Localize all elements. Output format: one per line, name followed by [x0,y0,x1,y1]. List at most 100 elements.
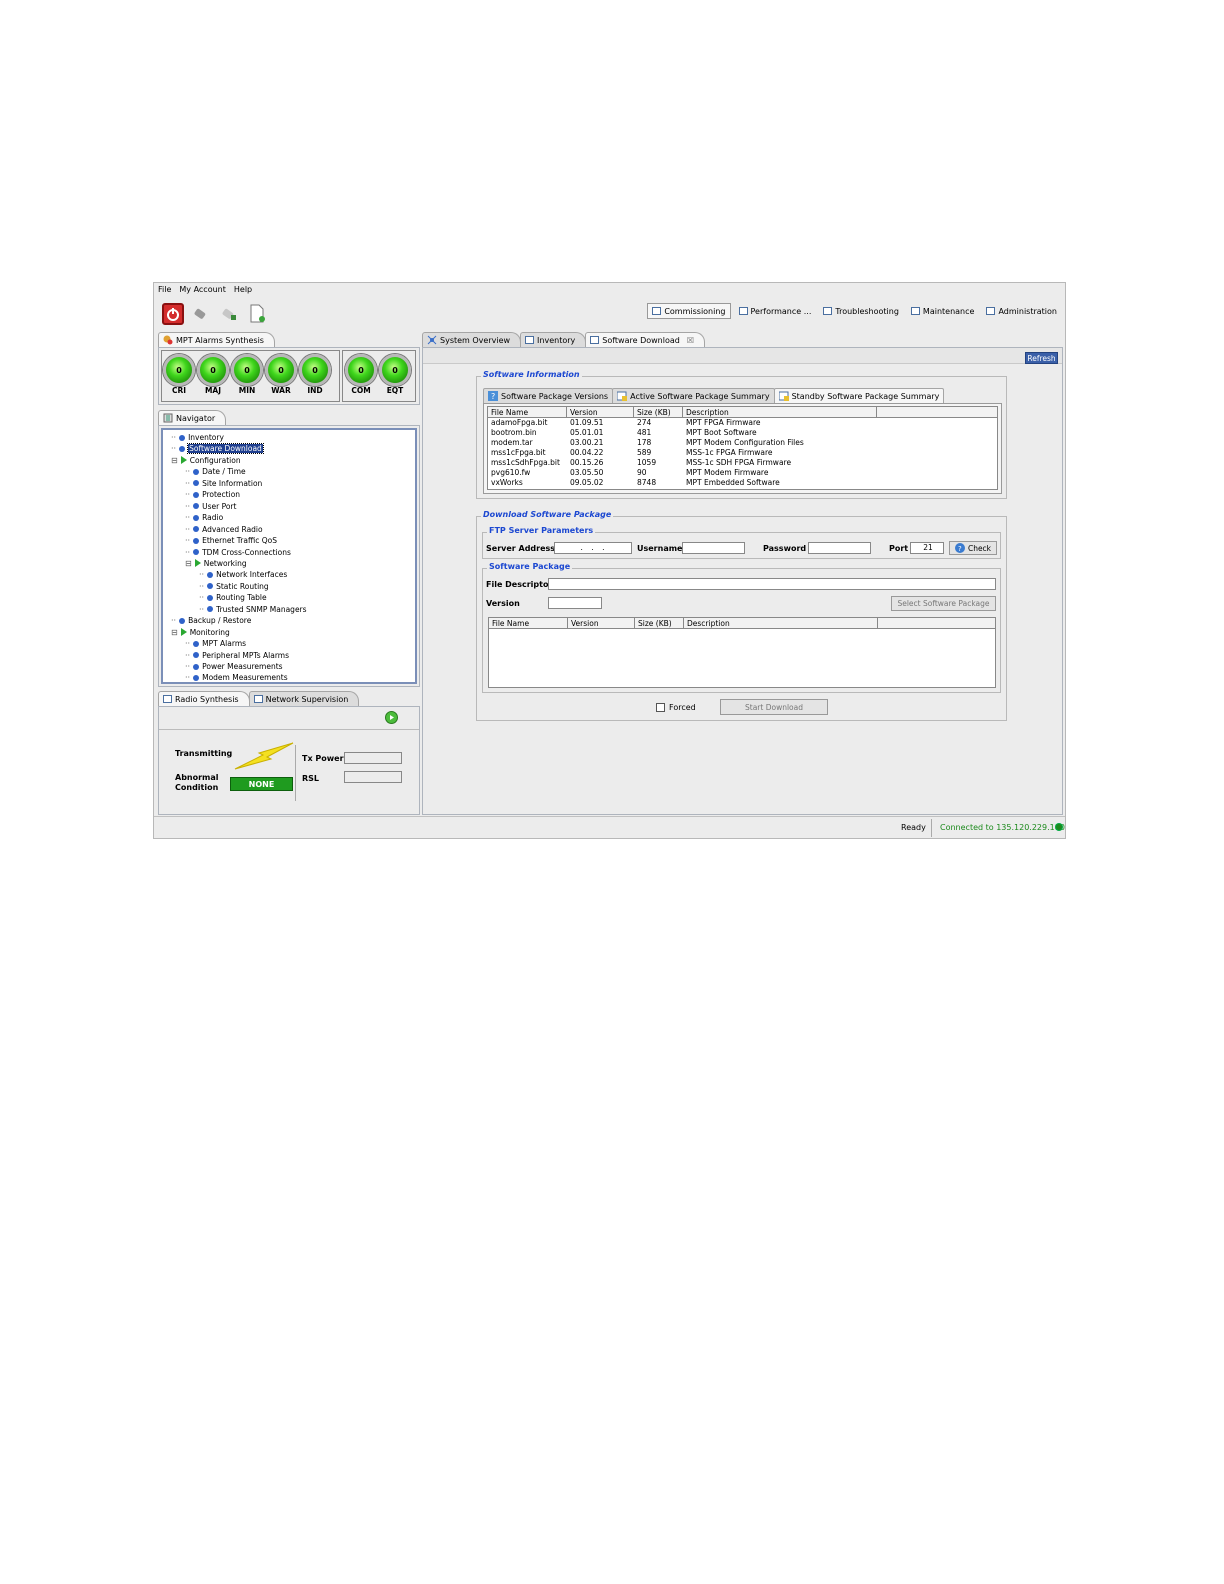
perspective-administration[interactable]: Administration [982,303,1061,319]
alarm-indicator-war[interactable]: 0 WAR [265,354,297,395]
password-input[interactable] [808,542,871,554]
folder-arrow-icon [180,628,187,637]
column-header[interactable]: Version [567,407,634,417]
port-input[interactable]: 21 [910,542,944,554]
tree-connector: ·· [199,581,205,591]
item-bullet-icon [193,652,200,659]
menu-file[interactable]: File [158,285,171,297]
alarm-count: 0 [231,354,263,386]
tab-active-software-package-summary[interactable]: Active Software Package Summary [612,388,775,403]
tree-item-network-interfaces[interactable]: ·· Network Interfaces [199,569,287,580]
tree-item-power-measurements[interactable]: ·· Power Measurements [185,661,283,672]
perspective-commissioning[interactable]: Commissioning [647,303,731,319]
tree-item-monitoring[interactable]: ⊟ Monitoring [171,627,230,638]
item-bullet-icon [193,480,200,487]
item-bullet-icon [193,468,200,475]
download-software-package-group: Download Software Package FTP Server Par… [476,510,1007,721]
tree-item-advanced-radio[interactable]: ·· Advanced Radio [185,524,263,535]
column-header[interactable]: File Name [489,618,568,628]
tree-item-static-routing[interactable]: ·· Static Routing [199,581,269,592]
table-cell: MPT Modem Firmware [686,468,769,477]
table-row[interactable]: modem.tar 03.00.21 178 MPT Modem Configurat… [488,438,997,448]
version-input[interactable] [548,597,602,609]
table-row[interactable]: mss1cSdhFpga.bit 00.15.26 1059 MSS-1c SDH F… [488,458,997,468]
tree-item-networking[interactable]: ⊟ Networking [185,558,247,569]
table-row[interactable]: mss1cFpga.bit 00.04.22 589 MSS-1c FPGA Firm… [488,448,997,458]
tree-item-label: Software Download [187,443,264,455]
refresh-button[interactable]: Refresh [1025,352,1058,364]
new-document-button[interactable] [246,303,268,325]
tree-item-peripheral-mpts-alarms[interactable]: ·· Peripheral MPTs Alarms [185,650,289,661]
table-cell: MPT Boot Software [686,428,757,437]
alarm-indicator-eqt[interactable]: 0 EQT [379,354,411,395]
power-button[interactable] [162,303,184,325]
item-bullet-icon [193,549,200,555]
play-button[interactable] [385,711,398,724]
tree-item-modem-measurements[interactable]: ·· Modem Measurements [185,672,288,683]
tree-item-mpt-alarms[interactable]: ·· MPT Alarms [185,638,246,649]
column-header[interactable]: Size (KB) [634,407,683,417]
table-row[interactable]: bootrom.bin 05.01.01 481 MPT Boot Software [488,428,997,438]
tree-item-tdm-cross-connections[interactable]: ·· TDM Cross-Connections [185,547,291,558]
tree-item-date-time[interactable]: ·· Date / Time [185,466,246,477]
tree-item-site-information[interactable]: ·· Site Information [185,478,262,489]
column-header[interactable]: File Name [488,407,567,417]
password-label: Password [763,544,807,553]
column-header[interactable]: Version [568,618,635,628]
tree-item-label: Routing Table [216,593,267,603]
application-window: File My Account Help Commissioning Perfo… [153,282,1066,839]
alarm-indicator-ind[interactable]: 0 IND [299,354,331,395]
tree-item-inventory[interactable]: ·· Inventory [171,432,224,443]
file-descriptor-input[interactable] [548,578,996,590]
lightning-icon [234,742,294,770]
tree-item-configuration[interactable]: ⊟ Configuration [171,455,241,466]
table-row[interactable]: vxWorks 09.05.02 8748 MPT Embedded Software [488,478,997,488]
tab-standby-software-package-summary[interactable]: Standby Software Package Summary [773,388,945,403]
tree-item-user-port[interactable]: ·· User Port [185,501,236,512]
tab-network-supervision[interactable]: Network Supervision [248,691,360,706]
alarm-indicator-min[interactable]: 0 MIN [231,354,263,395]
table-row[interactable]: adamoFpga.bit 01.09.51 274 MPT FPGA Firmwar… [488,418,997,428]
collapse-icon[interactable]: ⊟ [171,628,178,637]
check-button[interactable]: ? Check [949,541,997,555]
tab-software-download[interactable]: Software Download ☒ [585,332,706,347]
alarm-indicator-maj[interactable]: 0 MAJ [197,354,229,395]
tab-navigator[interactable]: Navigator [158,410,227,425]
tab-alarms-synthesis[interactable]: MPT Alarms Synthesis [158,332,275,347]
help-icon: ? [488,391,498,401]
perspective-icon [986,307,996,315]
close-tab-icon[interactable]: ☒ [687,336,694,345]
tree-item-radio[interactable]: ·· Radio [185,512,223,523]
tree-item-routing-table[interactable]: ·· Routing Table [199,592,267,603]
alarm-indicator-com[interactable]: 0 COM [345,354,377,395]
menu-my-account[interactable]: My Account [179,285,225,297]
connect-button[interactable] [190,303,212,325]
column-header[interactable]: Description [684,618,878,628]
server-address-input[interactable]: . . . [554,542,632,554]
tab-inventory[interactable]: Inventory [520,332,587,347]
column-header[interactable]: Description [683,407,877,417]
perspective-troubleshooting[interactable]: Troubleshooting [819,303,903,319]
tree-item-ethernet-traffic-qos[interactable]: ·· Ethernet Traffic QoS [185,535,277,546]
collapse-icon[interactable]: ⊟ [171,456,178,465]
table-row[interactable]: pvg610.fw 03.05.50 90 MPT Modem Firmware [488,468,997,478]
forced-checkbox[interactable] [656,703,665,712]
tab-system-overview[interactable]: System Overview [422,332,522,347]
select-software-package-button[interactable]: Select Software Package [891,596,996,611]
tree-item-backup-restore[interactable]: ·· Backup / Restore [171,615,251,626]
perspective-performance[interactable]: Performance ... [735,303,816,319]
start-download-button[interactable]: Start Download [720,699,828,715]
column-header[interactable]: Size (KB) [635,618,684,628]
username-input[interactable] [682,542,745,554]
alarm-indicator-cri[interactable]: 0 CRI [163,354,195,395]
collapse-icon[interactable]: ⊟ [185,559,192,568]
tree-item-software-download[interactable]: ·· Software Download [171,443,264,455]
disconnect-button[interactable] [218,303,240,325]
tree-item-protection[interactable]: ·· Protection [185,489,240,500]
tree-item-trusted-snmp-managers[interactable]: ·· Trusted SNMP Managers [199,604,307,615]
perspective-maintenance[interactable]: Maintenance [907,303,979,319]
tree-connector: ·· [185,639,191,649]
tab-software-package-versions[interactable]: ? Software Package Versions [483,388,614,403]
menu-help[interactable]: Help [234,285,252,297]
tab-radio-synthesis[interactable]: Radio Synthesis [158,691,250,706]
